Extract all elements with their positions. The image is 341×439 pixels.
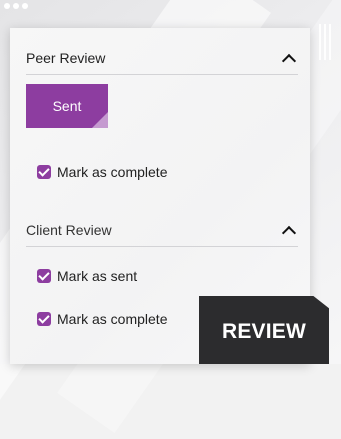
client-review-title: Client Review — [26, 222, 112, 238]
client-mark-sent-label: Mark as sent — [57, 268, 138, 284]
client-mark-complete-checkbox[interactable]: Mark as complete — [37, 311, 167, 327]
review-badge-label: REVIEW — [221, 320, 307, 343]
dot-icon — [22, 3, 28, 9]
line-decoration — [324, 24, 326, 60]
chevron-up-icon[interactable] — [281, 53, 297, 68]
line-decoration — [329, 24, 331, 60]
sent-button[interactable]: Sent — [26, 84, 108, 128]
checkbox-checked-icon[interactable] — [37, 312, 51, 326]
peer-review-header[interactable]: Peer Review — [26, 42, 298, 75]
sent-button-label: Sent — [52, 98, 82, 114]
dot-icon — [4, 3, 10, 9]
peer-review-title: Peer Review — [26, 50, 106, 66]
dot-icon — [13, 3, 19, 9]
client-mark-complete-label: Mark as complete — [57, 311, 168, 327]
review-badge: REVIEW — [199, 296, 329, 364]
peer-mark-complete-label: Mark as complete — [57, 164, 168, 180]
client-mark-sent-checkbox[interactable]: Mark as sent — [37, 268, 137, 284]
checkbox-checked-icon[interactable] — [37, 165, 51, 179]
checkbox-checked-icon[interactable] — [37, 269, 51, 283]
decorative-lines — [319, 24, 331, 60]
line-decoration — [319, 24, 321, 60]
window-dots — [4, 3, 28, 9]
chevron-up-icon[interactable] — [281, 225, 297, 240]
client-review-header[interactable]: Client Review — [26, 214, 298, 247]
corner-fold-decoration — [92, 112, 108, 128]
peer-mark-complete-checkbox[interactable]: Mark as complete — [37, 164, 167, 180]
